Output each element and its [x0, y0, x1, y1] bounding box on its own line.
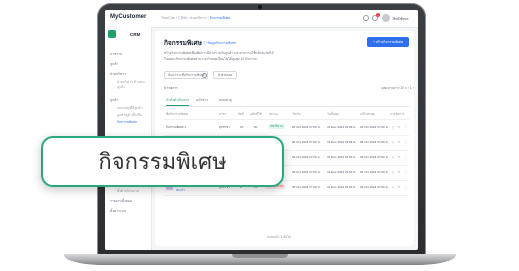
table-row[interactable]: กิจกรรมพิเศษ 1 ทุกสาขา 10 50 เปิดใช้งาน … [164, 120, 409, 136]
tab-draft[interactable]: ฉบับร่าง [196, 98, 208, 103]
sidebar-item-special-activities[interactable]: กิจกรรมพิเศษ [117, 120, 137, 125]
row-actions-icon[interactable]: ▯ ✎ ⋮ [392, 155, 409, 159]
row-end: 31 Dec 2024 23:59 น. [327, 125, 357, 129]
row-updated: 06 Oct 2024 07:00 น. [360, 155, 389, 159]
row-end: 31 Dec 2024 23:59 น. [327, 140, 357, 144]
row-branch: ทุกสาขา [219, 125, 231, 129]
sidebar-item-customers[interactable]: ลูกค้า [110, 62, 118, 67]
highlight-callout: กิจกรรมพิเศษ [41, 136, 284, 187]
laptop-screen: MyCustomer TrueCrm › CRM › ฝ่ายบริหาร › … [105, 10, 418, 250]
column-header: ชื่อกิจกรรมพิเศษ [166, 112, 188, 116]
notification-badge [376, 13, 380, 17]
row-start: 06 Oct 2024 07:00 น. [292, 185, 321, 189]
sidebar-item-targets[interactable]: ตั้งค่าเป้าหมาย [117, 189, 139, 194]
tab-active[interactable]: กำลังดำเนินการ [166, 98, 190, 106]
row-end: 31 Dec 2024 23:59 น. [327, 185, 357, 189]
sidebar-item-clients[interactable]: ลูกค้า [110, 98, 118, 103]
column-header: สถานะ [269, 112, 279, 116]
breadcrumb-item[interactable]: CRM [178, 16, 186, 20]
row-start: 06 Oct 2024 07:00 น. [292, 140, 321, 144]
avatar[interactable] [382, 14, 390, 22]
app-brand[interactable]: MyCustomer [110, 14, 146, 20]
result-count: 5 รายการ [164, 86, 178, 90]
row-start: 06 Oct 2024 07:00 น. [292, 170, 321, 174]
row-actions-icon[interactable]: ▯ ✎ ⋮ [392, 185, 409, 189]
laptop-notch [232, 254, 288, 258]
crm-logo-icon [108, 30, 116, 38]
row-start: 06 Oct 2024 07:00 น. [292, 125, 321, 129]
row-quota: 10 [240, 125, 244, 129]
pagination[interactable]: ก่อนหน้า 1 ถัดไป [267, 235, 291, 240]
status-badge: เปิดใช้งาน [268, 124, 285, 129]
column-header: แต้มที่ใช้ [250, 112, 262, 116]
sidebar-item-partners[interactable]: ลูกค้าคู่ค้าเป็นทีม [117, 113, 142, 118]
row-updated: 06 Oct 2024 07:00 น. [360, 185, 389, 189]
sidebar-item-agents[interactable]: ฝ่ายบริหาร ตัวแทนลูกค้า [117, 80, 147, 90]
create-activity-button[interactable]: + สร้างกิจกรรมพิเศษ [367, 37, 409, 47]
row-actions-icon[interactable]: ▯ ✎ ⋮ [392, 170, 409, 174]
help-icon[interactable] [363, 15, 369, 21]
filter-button[interactable]: ⚲ ตัวกรอง [213, 71, 237, 79]
column-header: การจัดการ [390, 112, 405, 116]
row-actions-icon[interactable]: ▯ ✎ ⋮ [392, 125, 409, 129]
row-end: 31 Dec 2024 23:59 น. [327, 170, 357, 174]
row-updated: 06 Oct 2024 07:00 น. [360, 170, 389, 174]
info-link[interactable]: ⓘ ข้อมูลกิจกรรมพิเศษ [203, 40, 236, 46]
sidebar-item-settings[interactable]: ตั้งค่าระบบ [110, 209, 126, 214]
row-points: 50 [254, 125, 258, 129]
row-actions-icon[interactable]: ▯ ✎ ⋮ [392, 140, 409, 144]
row-updated: 06 Oct 2024 07:00 น. [360, 140, 389, 144]
column-header: แก้ไขล่าสุด [360, 112, 376, 116]
page-title: กิจกรรมพิเศษ [164, 40, 202, 47]
top-bar: MyCustomer TrueCrm › CRM › ฝ่ายบริหาร › … [105, 10, 418, 28]
row-name: กิจกรรมพิเศษ 1 [166, 125, 186, 129]
callout-label: กิจกรรมพิเศษ [98, 150, 227, 175]
sidebar-item-overview[interactable]: ภาพรวม [110, 52, 122, 57]
sidebar-header: CRM [130, 32, 141, 37]
status-tabs: กำลังดำเนินการ ฉบับร่าง หมดอายุ [164, 98, 409, 107]
sidebar-item-reports[interactable]: รายงานทั้งหมด [110, 199, 132, 204]
column-header: วันสิ้นสุด [327, 112, 339, 116]
breadcrumb-item[interactable]: TrueCrm [161, 16, 175, 20]
column-header: สาขา [219, 112, 227, 116]
row-start: 06 Oct 2024 07:00 น. [292, 155, 321, 159]
user-name[interactable]: สิทธิชัยพร [393, 16, 409, 22]
row-end: 31 Dec 2024 23:59 น. [327, 155, 357, 159]
table-header: ชื่อกิจกรรมพิเศษ สาขา สิทธิ์ แต้มที่ใช้ … [164, 112, 409, 120]
sidebar-item-campaigns[interactable]: แคมเปญที่ดีลูกค้า [117, 106, 143, 111]
sidebar-item-management[interactable]: ฝ่ายบริหาร [110, 72, 126, 77]
row-updated: 06 Oct 2024 07:00 น. [360, 125, 389, 129]
page-description: ในแต่ละกิจกรรมพิเศษสามารถกำหนดเงื่อนไขได… [164, 57, 257, 61]
breadcrumb-item[interactable]: ฝ่ายบริหาร [190, 16, 207, 20]
breadcrumb-current: กิจกรรมพิเศษ [209, 16, 231, 20]
breadcrumb: TrueCrm › CRM › ฝ่ายบริหาร › กิจกรรมพิเศ… [161, 16, 231, 20]
search-icon[interactable] [202, 73, 207, 78]
camera-icon [258, 5, 262, 9]
column-header: วันเริ่ม [292, 112, 301, 116]
page-description: สร้างกิจกรรมพิเศษเพื่อเพิ่มการมีส่วนร่วม… [164, 51, 274, 55]
tab-expired[interactable]: หมดอายุ [219, 98, 232, 103]
column-header: สิทธิ์ [238, 112, 244, 116]
page-size-select[interactable]: แสดงรายการ 20 ∨ ‹ 1 › [381, 86, 414, 91]
